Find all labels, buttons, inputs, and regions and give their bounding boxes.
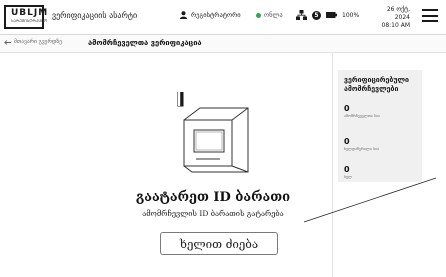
back-link[interactable]: მთავარი გვერდზე: [4, 39, 62, 45]
back-arrow-icon: [4, 39, 11, 45]
battery-icon: [326, 12, 337, 18]
logo-text: UBLJM: [11, 8, 49, 18]
stat-value: 0: [344, 104, 350, 113]
notification-badge[interactable]: 5: [312, 10, 321, 20]
status-icons: 5 100%: [296, 10, 359, 20]
status-dot-icon: [256, 12, 261, 18]
card-reader-illustration: [177, 92, 249, 173]
user-icon: [180, 11, 187, 19]
stat-label: სულ: [344, 174, 353, 179]
stat-label: ამომრჩეველთა სია: [344, 113, 380, 118]
date: 26 ოქტ, 2024: [386, 6, 410, 21]
connection-status-label: ონლა: [264, 11, 283, 19]
stats-card-title: ვერიფიცირებული ამომრჩევლები: [344, 76, 409, 93]
scan-card-title: გაატარეთ ID ბარათი: [135, 190, 291, 205]
time: 08:10 AM: [381, 22, 410, 29]
stat-item: 0 ხელდაწერილი სია: [344, 137, 379, 151]
stats-card: ვერიფიცირებული ამომრჩევლები 0 ამომრჩეველ…: [338, 70, 422, 182]
user-menu[interactable]: რეგისტრატორი: [180, 11, 241, 19]
network-icon[interactable]: [296, 10, 307, 20]
app-title: ვერიფიკაციის ასარტი: [52, 11, 138, 20]
stat-label: ხელდაწერილი სია: [344, 146, 379, 151]
logo-subtext: ᲡᲐᲠᲔᲒᲘᲡᲢᲠᲐᲪᲘᲝ: [11, 18, 48, 23]
stat-value: 0: [344, 165, 350, 174]
page-title: ამომრჩეველთა ვერიფიკაცია: [88, 38, 202, 47]
column-divider: [332, 52, 333, 277]
back-label: მთავარი გვერდზე: [14, 39, 62, 45]
date-time: 26 ოქტ, 2024 08:10 AM: [380, 6, 410, 30]
sub-header: მთავარი გვერდზე ამომრჩეველთა ვერიფიკაცია: [0, 35, 446, 53]
battery-level: 100%: [342, 11, 360, 19]
hamburger-menu-icon[interactable]: [422, 9, 438, 23]
stat-item: 0 ამომრჩეველთა სია: [344, 104, 380, 118]
app-logo: UBLJM ᲡᲐᲠᲔᲒᲘᲡᲢᲠᲐᲪᲘᲝ: [4, 5, 48, 29]
stat-value: 0: [344, 137, 350, 146]
scan-card-subtitle: ამომრჩევლის ID ბარათის გატარება: [142, 209, 284, 218]
connection-status: ონლა: [256, 11, 283, 19]
manual-search-button[interactable]: ხელით ძიება: [160, 232, 278, 255]
stat-item: 0 სულ: [344, 165, 352, 179]
user-name: რეგისტრატორი: [191, 11, 241, 19]
top-bar: UBLJM ᲡᲐᲠᲔᲒᲘᲡᲢᲠᲐᲪᲘᲝ ვერიფიკაციის ასარტი …: [0, 0, 446, 35]
